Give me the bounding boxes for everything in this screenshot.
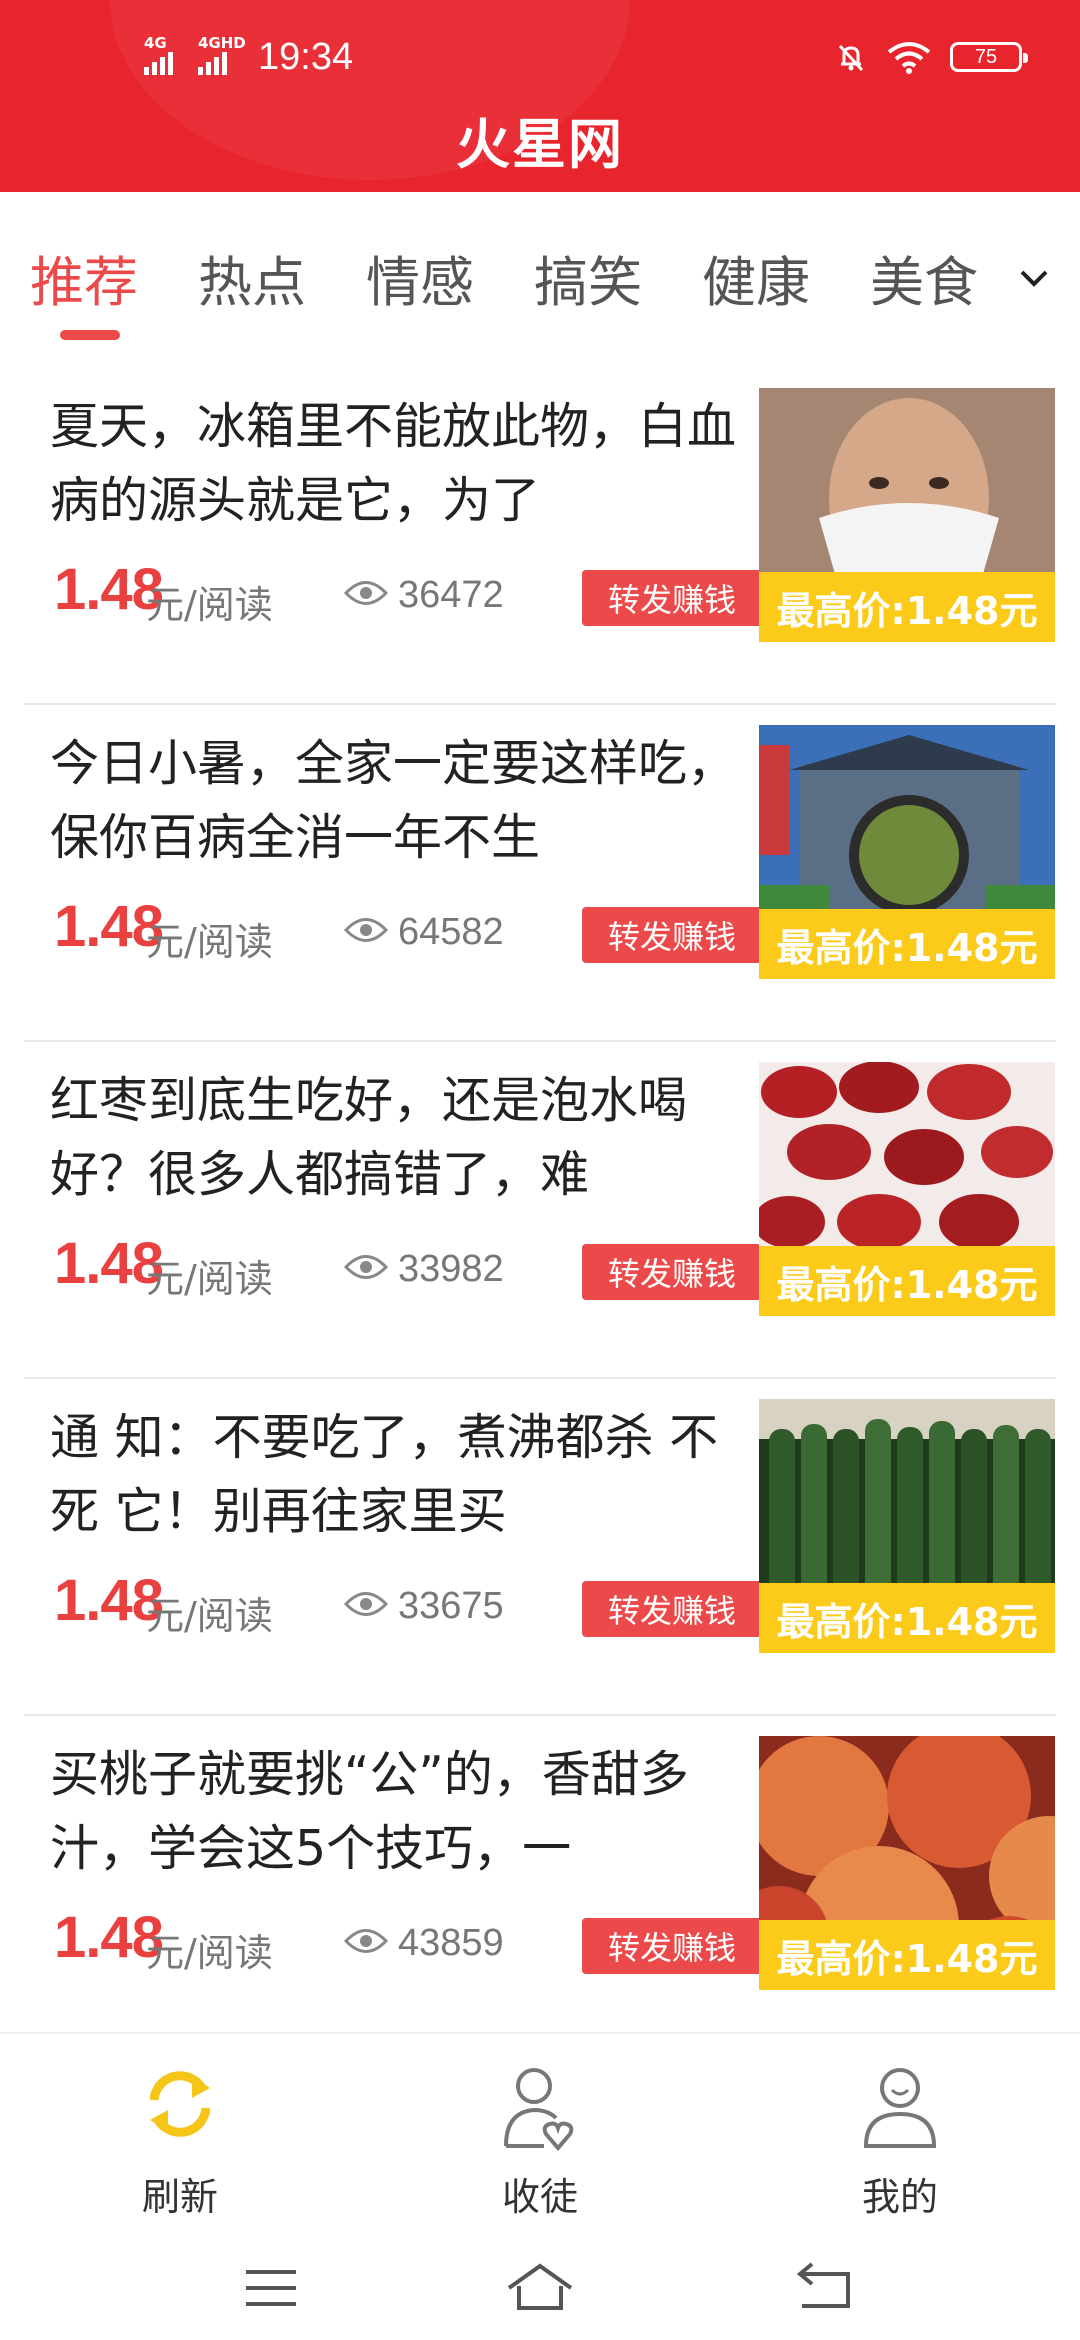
page-title: 火星网 bbox=[456, 113, 624, 176]
signal-label: 4G bbox=[144, 34, 167, 52]
article-title[interactable]: 通 知：不要吃了，煮沸都杀 不 死 它！别再往家里买 bbox=[50, 1401, 770, 1549]
eye-icon bbox=[344, 918, 388, 942]
wifi-icon bbox=[887, 42, 931, 74]
profile-icon bbox=[863, 2068, 937, 2148]
refresh-icon bbox=[149, 2071, 211, 2137]
tab-recommend[interactable]: 推荐 bbox=[30, 238, 138, 317]
tab-hot[interactable]: 热点 bbox=[198, 238, 306, 317]
chevron-down-icon[interactable] bbox=[1014, 258, 1054, 298]
home-icon[interactable] bbox=[505, 2260, 575, 2316]
apprentice-icon bbox=[504, 2068, 574, 2152]
system-nav-bar bbox=[0, 2232, 1080, 2340]
list-item[interactable]: 今日小暑，全家一定要这样吃，保你百病全消一年不生 1.48 元/阅读 64582… bbox=[24, 705, 1056, 1042]
share-earn-button[interactable]: 转发赚钱 bbox=[582, 570, 762, 626]
list-item[interactable]: 夏天，冰箱里不能放此物，白血病的源头就是它，为了 1.48 元/阅读 36472… bbox=[24, 368, 1056, 705]
eye-icon bbox=[344, 1255, 388, 1279]
article-thumbnail[interactable]: 最高价:1.48元 bbox=[759, 1736, 1055, 1990]
nav-label: 刷新 bbox=[141, 2175, 218, 2219]
article-title[interactable]: 今日小暑，全家一定要这样吃，保你百病全消一年不生 bbox=[50, 727, 770, 875]
share-earn-button[interactable]: 转发赚钱 bbox=[582, 1581, 762, 1637]
share-earn-button[interactable]: 转发赚钱 bbox=[582, 1918, 762, 1974]
price-unit: 元/阅读 bbox=[146, 920, 273, 964]
max-price-badge: 最高价:1.48元 bbox=[759, 1246, 1055, 1316]
bottom-nav: 刷新 收徒 我的 bbox=[0, 2032, 1080, 2232]
price-unit: 元/阅读 bbox=[146, 1931, 273, 1975]
article-title[interactable]: 买桃子就要挑“公”的，香甜多汁，学会这5个技巧，一 bbox=[50, 1738, 770, 1886]
eye-icon bbox=[344, 1592, 388, 1616]
list-item[interactable]: 买桃子就要挑“公”的，香甜多汁，学会这5个技巧，一 1.48 元/阅读 4385… bbox=[24, 1716, 1056, 2053]
price-unit: 元/阅读 bbox=[146, 1594, 273, 1638]
max-price-badge: 最高价:1.48元 bbox=[759, 909, 1055, 979]
list-item[interactable]: 通 知：不要吃了，煮沸都杀 不 死 它！别再往家里买 1.48 元/阅读 336… bbox=[24, 1379, 1056, 1716]
mute-bell-icon bbox=[838, 44, 864, 72]
list-item[interactable]: 红枣到底生吃好，还是泡水喝好？很多人都搞错了，难 1.48 元/阅读 33982… bbox=[24, 1042, 1056, 1379]
app-header: 4G 4GHD 19:34 75 火星网 bbox=[0, 0, 1080, 192]
article-thumbnail[interactable]: 最高价:1.48元 bbox=[759, 725, 1055, 979]
tab-health[interactable]: 健康 bbox=[702, 238, 810, 317]
category-tabs: 推荐 热点 情感 搞笑 健康 美食 bbox=[0, 192, 1080, 352]
signal-icon: 4G bbox=[144, 34, 173, 75]
nav-refresh[interactable]: 刷新 bbox=[80, 2056, 280, 2226]
tab-food[interactable]: 美食 bbox=[870, 238, 978, 317]
view-count: 33675 bbox=[398, 1585, 504, 1627]
max-price-badge: 最高价:1.48元 bbox=[759, 1920, 1055, 1990]
price-unit: 元/阅读 bbox=[146, 1257, 273, 1301]
nav-profile[interactable]: 我的 bbox=[800, 2056, 1000, 2226]
battery-level: 75 bbox=[974, 45, 998, 68]
status-time: 19:34 bbox=[258, 36, 354, 78]
menu-icon[interactable] bbox=[236, 2260, 306, 2316]
tab-emotion[interactable]: 情感 bbox=[366, 238, 474, 317]
view-count: 43859 bbox=[398, 1922, 504, 1964]
article-thumbnail[interactable]: 最高价:1.48元 bbox=[759, 388, 1055, 642]
view-count: 36472 bbox=[398, 574, 504, 616]
price-unit: 元/阅读 bbox=[146, 583, 273, 627]
active-tab-indicator bbox=[60, 330, 120, 340]
article-thumbnail[interactable]: 最高价:1.48元 bbox=[759, 1062, 1055, 1316]
eye-icon bbox=[344, 1929, 388, 1953]
share-earn-button[interactable]: 转发赚钱 bbox=[582, 1244, 762, 1300]
nav-apprentice[interactable]: 收徒 bbox=[440, 2056, 640, 2226]
status-bar: 4G 4GHD 19:34 75 bbox=[0, 30, 1080, 90]
max-price-badge: 最高价:1.48元 bbox=[759, 572, 1055, 642]
article-title[interactable]: 夏天，冰箱里不能放此物，白血病的源头就是它，为了 bbox=[50, 390, 770, 538]
eye-icon bbox=[344, 581, 388, 605]
view-count: 33982 bbox=[398, 1248, 504, 1290]
article-title[interactable]: 红枣到底生吃好，还是泡水喝好？很多人都搞错了，难 bbox=[50, 1064, 770, 1212]
signal-hd-icon: 4GHD bbox=[198, 34, 246, 75]
nav-label: 我的 bbox=[861, 2175, 938, 2219]
nav-label: 收徒 bbox=[501, 2175, 578, 2219]
view-count: 64582 bbox=[398, 911, 504, 953]
tab-funny[interactable]: 搞笑 bbox=[534, 238, 642, 317]
article-thumbnail[interactable]: 最高价:1.48元 bbox=[759, 1399, 1055, 1653]
battery-icon: 75 bbox=[950, 42, 1028, 72]
back-icon[interactable] bbox=[790, 2260, 860, 2316]
signal-label: 4GHD bbox=[198, 34, 246, 52]
share-earn-button[interactable]: 转发赚钱 bbox=[582, 907, 762, 963]
max-price-badge: 最高价:1.48元 bbox=[759, 1583, 1055, 1653]
